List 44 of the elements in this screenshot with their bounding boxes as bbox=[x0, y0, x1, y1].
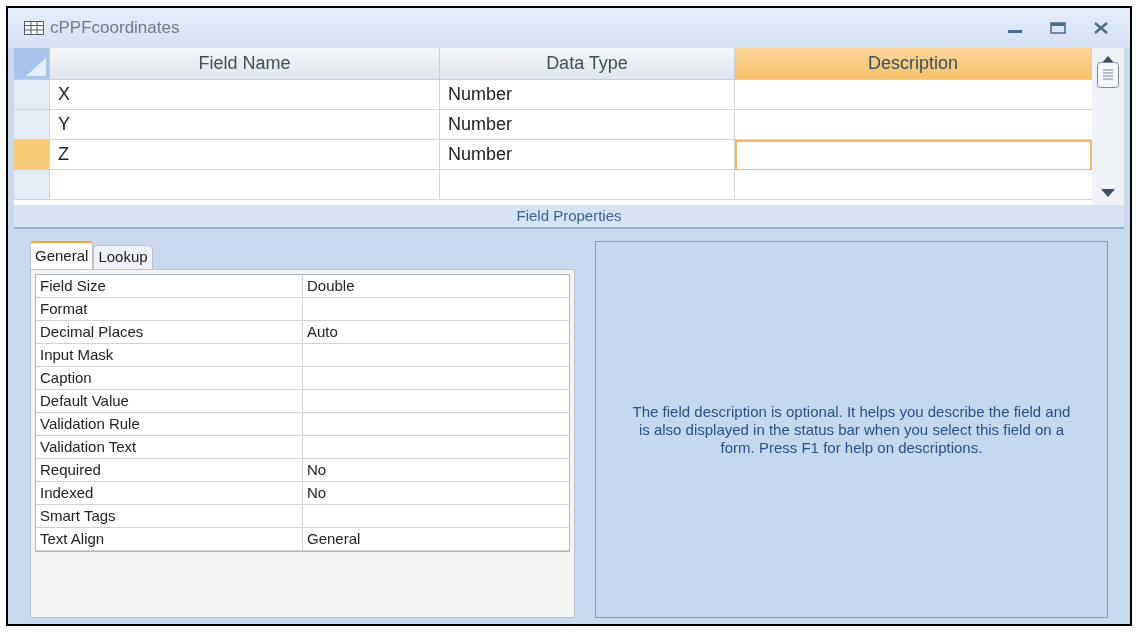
tab[interactable]: Lookup bbox=[93, 245, 153, 270]
property-value[interactable]: No bbox=[303, 459, 569, 481]
column-header[interactable]: Field Name bbox=[50, 48, 440, 80]
property-name: Input Mask bbox=[36, 344, 303, 366]
property-name: Field Size bbox=[36, 275, 303, 297]
row-selector[interactable] bbox=[14, 80, 50, 110]
scroll-thumb-icon[interactable] bbox=[1097, 62, 1119, 88]
property-name: Validation Text bbox=[36, 436, 303, 458]
property-name: Indexed bbox=[36, 482, 303, 504]
help-text: The field description is optional. It helps you describe the field and is also displayed in the status bar when you select this field on a form. Press F1 for help on descriptions. bbox=[631, 402, 1072, 457]
property-name: Default Value bbox=[36, 390, 303, 412]
scrollbar[interactable] bbox=[1092, 48, 1124, 205]
window-title: cPPFcoordinates bbox=[50, 17, 180, 40]
property-name: Validation Rule bbox=[36, 413, 303, 435]
table-cell: Number bbox=[440, 110, 735, 140]
section-header: Field Properties bbox=[14, 205, 1124, 229]
row-selector[interactable] bbox=[14, 110, 50, 140]
select-all-corner[interactable] bbox=[14, 48, 50, 80]
property-value[interactable]: No bbox=[303, 482, 569, 504]
tab[interactable]: General bbox=[30, 241, 94, 269]
row-selector[interactable] bbox=[14, 140, 50, 170]
maximize-icon[interactable] bbox=[1050, 22, 1066, 34]
property-name: Format bbox=[36, 298, 303, 320]
property-name: Decimal Places bbox=[36, 321, 303, 343]
table-cell: Y bbox=[50, 110, 440, 140]
row-selector[interactable] bbox=[14, 170, 50, 200]
scroll-down-icon[interactable] bbox=[1101, 189, 1115, 197]
property-value[interactable]: Double bbox=[303, 275, 569, 297]
table-cell: X bbox=[50, 80, 440, 110]
property-name: Smart Tags bbox=[36, 505, 303, 527]
table-cell: Number bbox=[440, 140, 735, 170]
corner-triangle-icon bbox=[26, 58, 46, 76]
table-cell: Z bbox=[50, 140, 440, 170]
close-icon[interactable] bbox=[1094, 22, 1108, 34]
property-name: Text Align bbox=[36, 528, 303, 550]
column-header[interactable]: Description bbox=[735, 48, 1092, 80]
property-name: Caption bbox=[36, 367, 303, 389]
table-icon bbox=[24, 21, 44, 35]
property-value[interactable]: Auto bbox=[303, 321, 569, 343]
column-header[interactable]: Data Type bbox=[440, 48, 735, 80]
table-cell: Number bbox=[440, 80, 735, 110]
property-value[interactable]: General bbox=[303, 528, 569, 550]
description-input[interactable] bbox=[735, 140, 1092, 170]
property-name: Required bbox=[36, 459, 303, 481]
